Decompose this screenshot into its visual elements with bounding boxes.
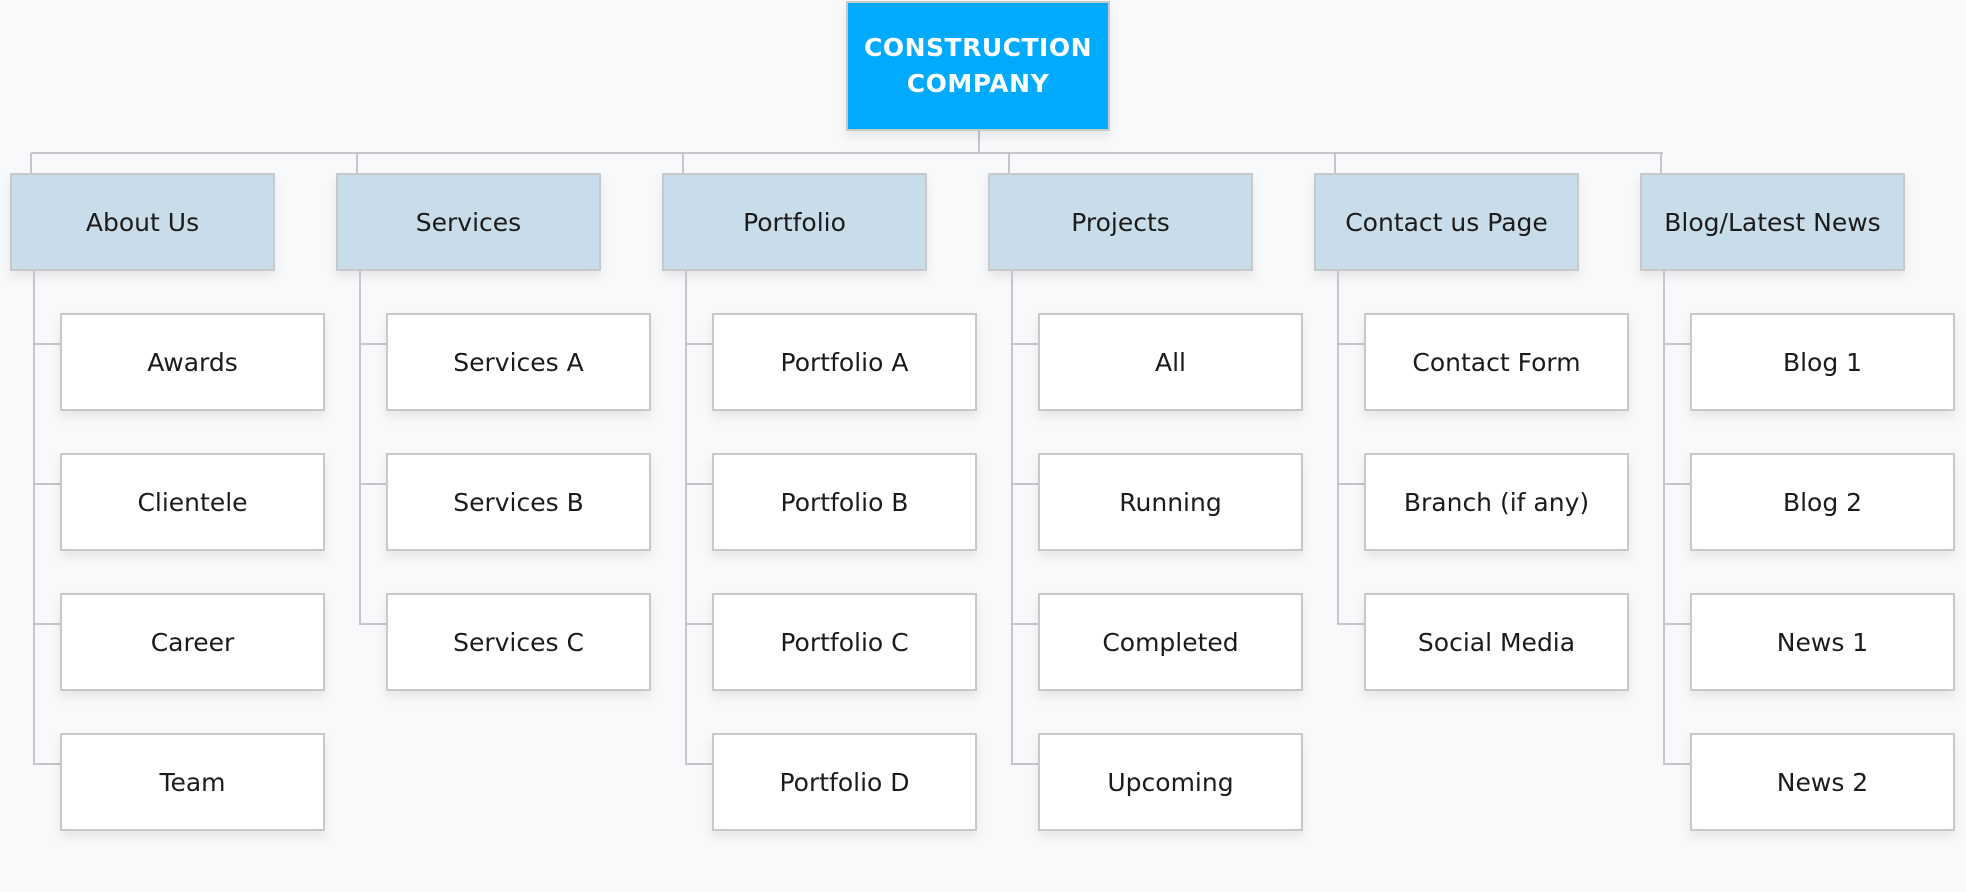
page-node-career[interactable]: Career [60, 593, 325, 691]
child-spine-connector-portfolio [685, 271, 687, 765]
child-spine-connector-blog-latest-news [1663, 271, 1665, 765]
page-label: Awards [147, 347, 238, 377]
parent-drop-connector-portfolio [682, 153, 684, 173]
child-branch-connector [359, 343, 386, 345]
page-node-blog-1[interactable]: Blog 1 [1690, 313, 1955, 411]
page-label: Portfolio A [780, 347, 909, 377]
child-branch-connector [1011, 763, 1038, 765]
page-label: Team [159, 767, 226, 797]
child-branch-connector [1011, 483, 1038, 485]
child-branch-connector [685, 623, 712, 625]
section-node-projects[interactable]: Projects [988, 173, 1253, 271]
root-label-line1: CONSTRUCTION [863, 33, 1092, 62]
child-branch-connector [1663, 623, 1690, 625]
page-label: Career [150, 627, 235, 657]
page-node-services-a[interactable]: Services A [386, 313, 651, 411]
section-node-about-us[interactable]: About Us [10, 173, 275, 271]
page-node-portfolio-d[interactable]: Portfolio D [712, 733, 977, 831]
page-label: Blog 1 [1782, 347, 1863, 377]
child-branch-connector [33, 483, 60, 485]
page-label: Portfolio D [779, 767, 910, 797]
page-label: Branch (if any) [1403, 487, 1590, 517]
child-branch-connector [685, 343, 712, 345]
page-node-social-media[interactable]: Social Media [1364, 593, 1629, 691]
root-node[interactable]: CONSTRUCTION COMPANY [846, 1, 1110, 131]
page-label: Blog 2 [1782, 487, 1863, 517]
page-node-services-c[interactable]: Services C [386, 593, 651, 691]
parent-drop-connector-about-us [30, 153, 32, 173]
page-node-running[interactable]: Running [1038, 453, 1303, 551]
page-node-all[interactable]: All [1038, 313, 1303, 411]
root-label-line2: COMPANY [906, 69, 1050, 98]
page-node-portfolio-a[interactable]: Portfolio A [712, 313, 977, 411]
parent-drop-connector-blog-latest-news [1660, 153, 1662, 173]
child-branch-connector [685, 483, 712, 485]
child-branch-connector [685, 763, 712, 765]
section-node-contact-us-page[interactable]: Contact us Page [1314, 173, 1579, 271]
page-label: Services C [453, 627, 584, 657]
page-node-portfolio-b[interactable]: Portfolio B [712, 453, 977, 551]
section-label: Projects [1071, 207, 1170, 237]
section-label: Blog/Latest News [1664, 207, 1881, 237]
child-branch-connector [1337, 483, 1364, 485]
child-branch-connector [1337, 343, 1364, 345]
page-label: Services B [453, 487, 584, 517]
page-node-portfolio-c[interactable]: Portfolio C [712, 593, 977, 691]
section-node-portfolio[interactable]: Portfolio [662, 173, 927, 271]
child-branch-connector [33, 343, 60, 345]
section-label: Contact us Page [1345, 207, 1548, 237]
page-node-news-2[interactable]: News 2 [1690, 733, 1955, 831]
page-label: News 1 [1776, 627, 1869, 657]
parent-drop-connector-contact-us-page [1334, 153, 1336, 173]
child-branch-connector [359, 483, 386, 485]
child-branch-connector [1011, 343, 1038, 345]
child-branch-connector [359, 623, 386, 625]
page-node-completed[interactable]: Completed [1038, 593, 1303, 691]
child-spine-connector-contact-us-page [1337, 271, 1339, 625]
page-label: Contact Form [1412, 347, 1581, 377]
section-label: Portfolio [743, 207, 846, 237]
child-branch-connector [1663, 343, 1690, 345]
page-node-upcoming[interactable]: Upcoming [1038, 733, 1303, 831]
child-spine-connector-about-us [33, 271, 35, 765]
page-node-clientele[interactable]: Clientele [60, 453, 325, 551]
page-label: All [1155, 347, 1186, 377]
top-bus-connector [31, 152, 1663, 154]
section-label: Services [415, 207, 522, 237]
page-node-news-1[interactable]: News 1 [1690, 593, 1955, 691]
page-node-awards[interactable]: Awards [60, 313, 325, 411]
page-label: News 2 [1776, 767, 1869, 797]
page-node-services-b[interactable]: Services B [386, 453, 651, 551]
child-spine-connector-services [359, 271, 361, 625]
section-node-services[interactable]: Services [336, 173, 601, 271]
parent-drop-connector-projects [1008, 153, 1010, 173]
child-spine-connector-projects [1011, 271, 1013, 765]
root-stem-connector [978, 131, 980, 154]
page-label: Social Media [1417, 627, 1576, 657]
page-label: Portfolio C [780, 627, 909, 657]
page-node-contact-form[interactable]: Contact Form [1364, 313, 1629, 411]
page-node-team[interactable]: Team [60, 733, 325, 831]
child-branch-connector [1337, 623, 1364, 625]
page-node-branch-if-any[interactable]: Branch (if any) [1364, 453, 1629, 551]
parent-drop-connector-services [356, 153, 358, 173]
page-label: Completed [1102, 627, 1239, 657]
page-label: Portfolio B [780, 487, 909, 517]
section-label: About Us [85, 207, 200, 237]
page-label: Upcoming [1107, 767, 1234, 797]
child-branch-connector [1663, 763, 1690, 765]
section-node-blog-latest-news[interactable]: Blog/Latest News [1640, 173, 1905, 271]
page-label: Services A [453, 347, 584, 377]
child-branch-connector [1011, 623, 1038, 625]
child-branch-connector [1663, 483, 1690, 485]
child-branch-connector [33, 623, 60, 625]
page-node-blog-2[interactable]: Blog 2 [1690, 453, 1955, 551]
page-label: Clientele [137, 487, 248, 517]
child-branch-connector [33, 763, 60, 765]
page-label: Running [1119, 487, 1222, 517]
